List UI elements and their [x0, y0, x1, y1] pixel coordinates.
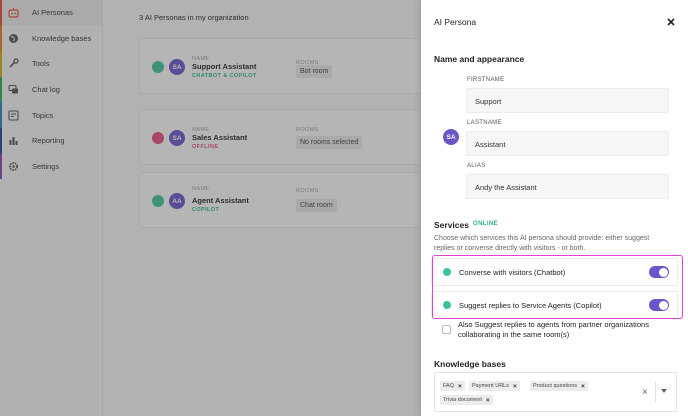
status-badge: ONLINE	[473, 221, 499, 227]
divider	[655, 381, 656, 403]
firstname-label: FIRSTNAME	[467, 77, 505, 83]
kb-tag: Trivia document ×	[440, 395, 493, 405]
service-label: Converse with visitors (Chatbot)	[459, 268, 566, 277]
avatar[interactable]: SA	[443, 129, 459, 145]
name-appearance-heading: Name and appearance	[434, 54, 525, 64]
service-partner: Also Suggest replies to agents from part…	[431, 317, 678, 342]
kb-tag-label: Payment URLs	[472, 383, 509, 389]
toggle-knob	[658, 300, 668, 310]
chevron-down-icon[interactable]	[661, 389, 667, 393]
modal-backdrop[interactable]	[0, 0, 421, 416]
alias-field[interactable]: Andy the Assistant	[466, 174, 669, 199]
remove-tag-icon[interactable]: ×	[486, 397, 490, 404]
status-dot	[443, 268, 451, 276]
close-icon[interactable]	[665, 15, 677, 27]
toggle-knob	[658, 267, 668, 277]
panel-title: AI Persona	[434, 17, 477, 27]
lastname-field[interactable]: Assistant	[466, 131, 669, 156]
partner-checkbox[interactable]	[442, 325, 451, 334]
persona-detail-panel: AI Persona Name and appearance SA FIRSTN…	[421, 0, 688, 416]
kb-tag-label: FAQ	[443, 383, 455, 389]
remove-tag-icon[interactable]: ×	[513, 383, 517, 390]
alias-label: ALIAS	[467, 163, 486, 169]
services-heading: Services	[434, 220, 469, 230]
knowledge-bases-heading: Knowledge bases	[434, 359, 506, 369]
clear-icon[interactable]: ×	[642, 387, 648, 398]
remove-tag-icon[interactable]: ×	[581, 383, 585, 390]
kb-tag: Product questions ×	[530, 381, 588, 391]
partner-option-label: Also Suggest replies to agents from part…	[458, 320, 649, 339]
firstname-field[interactable]: Support	[466, 88, 669, 113]
kb-tag: Payment URLs ×	[469, 381, 520, 391]
services-description: Choose which services this AI persona sh…	[434, 235, 650, 252]
lastname-label: LASTNAME	[467, 120, 502, 126]
service-copilot: Suggest replies to Service Agents (Copil…	[431, 291, 678, 319]
remove-tag-icon[interactable]: ×	[458, 383, 462, 390]
service-chatbot: Converse with visitors (Chatbot)	[431, 258, 678, 286]
kb-tag-label: Product questions	[533, 383, 578, 389]
copilot-toggle[interactable]	[649, 299, 669, 311]
service-label: Suggest replies to Service Agents (Copil…	[459, 301, 602, 310]
status-dot	[443, 301, 451, 309]
kb-tag: FAQ ×	[440, 381, 465, 391]
chatbot-toggle[interactable]	[649, 266, 669, 278]
knowledge-base-select[interactable]: FAQ × Payment URLs × Product questions × Tr…	[434, 372, 677, 412]
kb-tag-label: Trivia document	[443, 397, 482, 403]
